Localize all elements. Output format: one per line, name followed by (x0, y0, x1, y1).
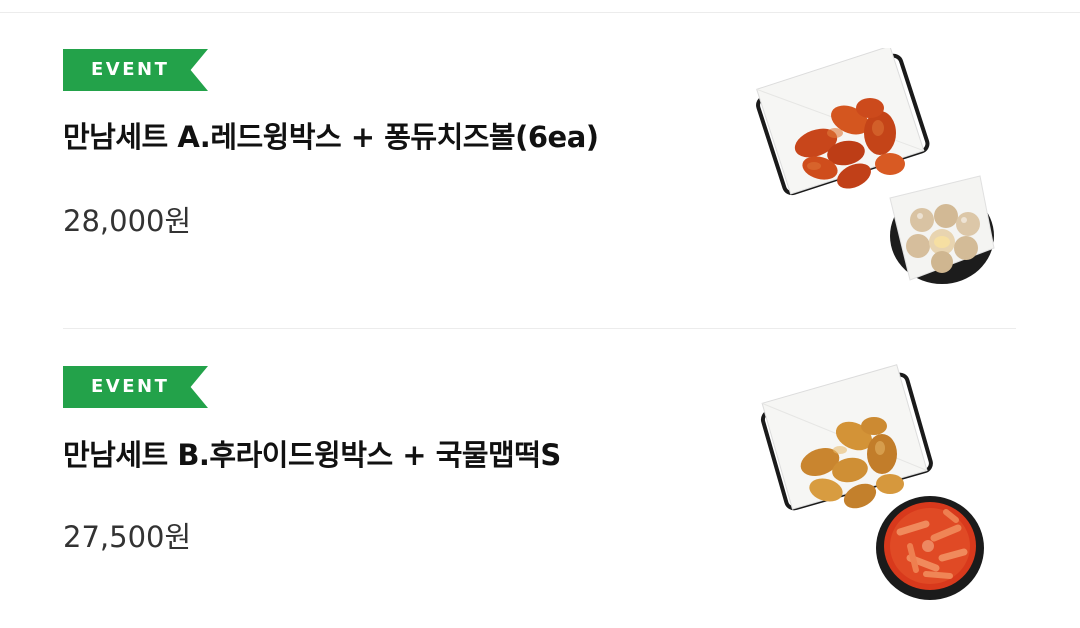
event-badge-label: EVENT (91, 59, 170, 80)
menu-item[interactable]: EVENT 만남세트 A.레드윙박스 + 퐁듀치즈볼(6ea) 28,000원 (0, 12, 1080, 312)
event-badge: EVENT (63, 49, 208, 91)
fried-wings-and-tteokbokki-photo (750, 362, 1010, 602)
event-badge-label: EVENT (91, 376, 170, 397)
chicken-wings-and-cheese-balls-photo (750, 48, 1010, 288)
menu-item[interactable]: EVENT 만남세트 B.후라이드윙박스 + 국물맵떡S 27,500원 (0, 328, 1080, 628)
menu-item-name: 만남세트 A.레드윙박스 + 퐁듀치즈볼(6ea) (63, 120, 599, 154)
menu-item-price: 28,000원 (63, 204, 192, 238)
menu-item-name: 만남세트 B.후라이드윙박스 + 국물맵떡S (63, 438, 561, 472)
menu-item-price: 27,500원 (63, 520, 192, 554)
event-badge: EVENT (63, 366, 208, 408)
